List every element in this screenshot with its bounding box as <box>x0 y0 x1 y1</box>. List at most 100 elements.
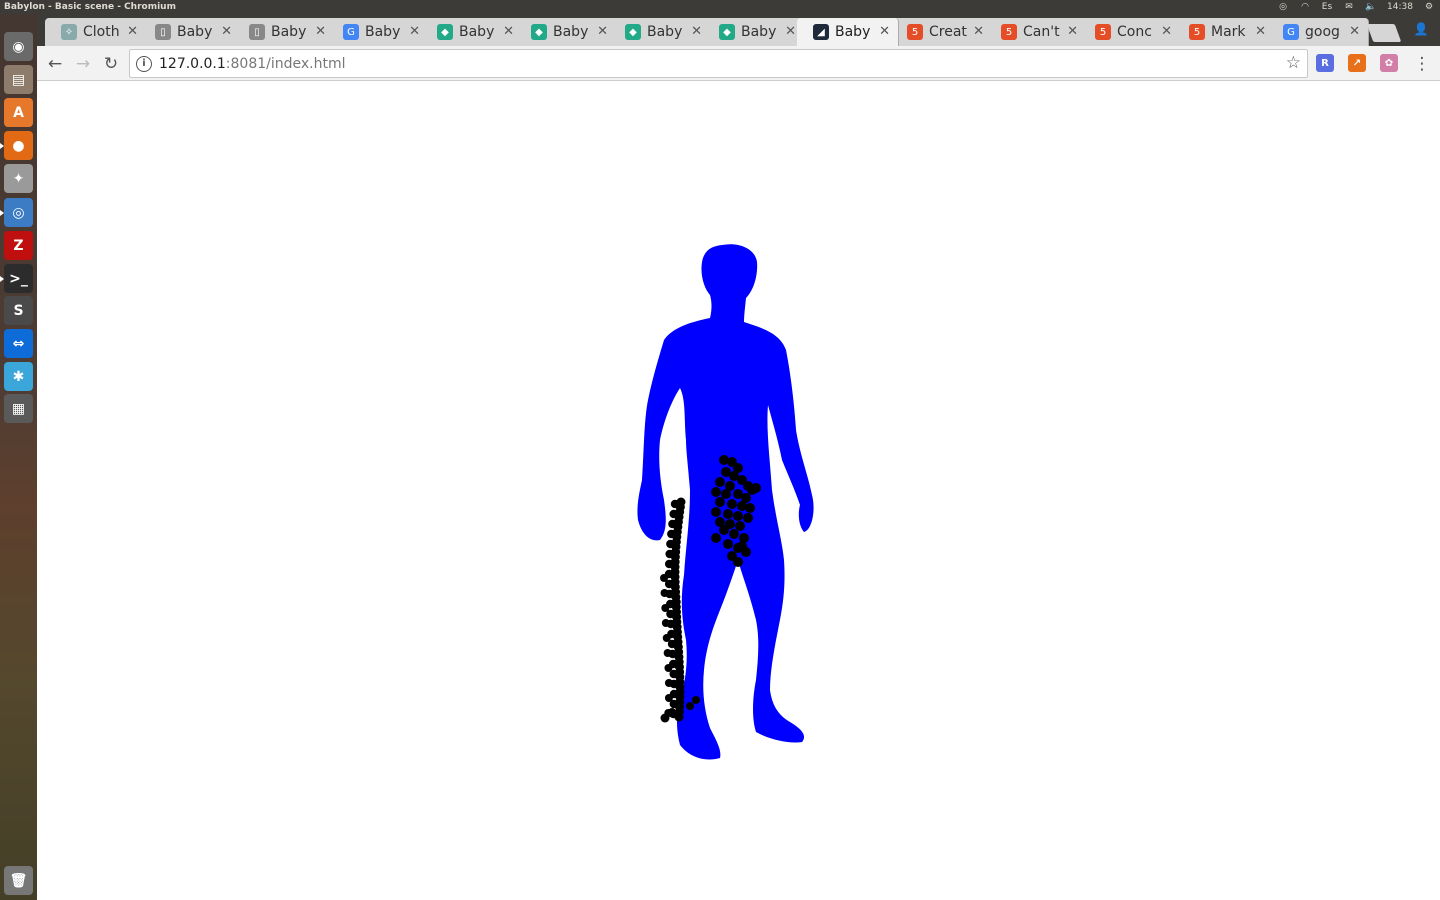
tab-close-icon[interactable]: ✕ <box>1161 24 1172 39</box>
browser-tab[interactable]: ◆ Baby ✕ <box>421 18 523 46</box>
launcher-dash-home[interactable]: ◉ <box>4 32 33 61</box>
browser-tab[interactable]: G Baby ✕ <box>327 18 429 46</box>
shield-r-icon[interactable]: R <box>1316 54 1334 72</box>
tab-close-icon[interactable]: ✕ <box>879 24 890 39</box>
cloth-particle <box>715 497 725 507</box>
browser-tab[interactable]: ▯ Baby ✕ <box>139 18 241 46</box>
browser-tab[interactable]: ◆ Baby ✕ <box>703 18 805 46</box>
launcher-software-center[interactable]: A <box>4 98 33 127</box>
url-text[interactable]: 127.0.0.1:8081/index.html <box>159 56 346 72</box>
tab-label: Creat <box>929 24 967 40</box>
html5-favicon-icon: 5 <box>907 24 923 40</box>
browser-tab[interactable]: 5 Can't ✕ <box>985 18 1087 46</box>
mail-icon[interactable]: ✉ <box>1338 0 1360 14</box>
babylonjs-favicon-icon: ◆ <box>719 24 735 40</box>
cloth-particle <box>719 525 729 535</box>
browser-tab[interactable]: ◆ Baby ✕ <box>609 18 711 46</box>
tab-close-icon[interactable]: ✕ <box>1255 24 1266 39</box>
chromium-tray-icon[interactable]: ◎ <box>1272 0 1294 14</box>
tab-close-icon[interactable]: ✕ <box>1349 24 1360 39</box>
launcher-chromium[interactable]: ◎ <box>0 198 33 227</box>
tab-label: Baby <box>835 24 871 40</box>
cloth-particle <box>723 509 733 519</box>
wifi-icon[interactable]: ◠ <box>1294 0 1316 14</box>
launcher-filezilla[interactable]: Z <box>4 231 33 260</box>
launcher-workspace-switcher[interactable]: ▦ <box>4 394 33 423</box>
cloth-particle <box>733 511 743 521</box>
babylonjs-favicon-icon: ◆ <box>437 24 453 40</box>
unity-launcher: ◉ ▤ A ● ✦ ◎ Z >_ S ⇔ ✱ ▦ 🗑 <box>0 14 37 900</box>
power-icon[interactable]: ⚙ <box>1418 0 1440 14</box>
clock[interactable]: 14:38 <box>1382 0 1418 14</box>
launcher-teamviewer[interactable]: ⇔ <box>4 329 33 358</box>
info-icon[interactable]: i <box>136 56 152 72</box>
flower-icon[interactable]: ✿ <box>1380 54 1398 72</box>
cloth-particle <box>733 557 743 567</box>
back-button[interactable]: ← <box>43 52 67 76</box>
tab-close-icon[interactable]: ✕ <box>1067 24 1078 39</box>
url-path: :8081/index.html <box>225 56 346 72</box>
cloth-particle <box>668 708 676 716</box>
render-canvas[interactable] <box>37 81 1440 900</box>
wrench-icon: ✦ <box>12 170 25 187</box>
cloth-particle <box>692 696 700 704</box>
browser-tab[interactable]: 5 Conc ✕ <box>1079 18 1181 46</box>
running-indicator <box>0 276 4 282</box>
cloth-particle <box>721 489 731 499</box>
launcher-files[interactable]: ▤ <box>4 65 33 94</box>
cloth-particle <box>711 533 721 543</box>
reload-button[interactable]: ↻ <box>99 52 123 76</box>
browser-tab[interactable]: 5 Creat ✕ <box>891 18 993 46</box>
tab-close-icon[interactable]: ✕ <box>221 24 232 39</box>
sparkle-app-icon: ✱ <box>12 368 25 385</box>
launcher-trash[interactable]: 🗑 <box>4 866 33 895</box>
cloth-particle <box>729 529 739 539</box>
cloth-particle <box>660 713 670 723</box>
tab-close-icon[interactable]: ✕ <box>409 24 420 39</box>
tab-close-icon[interactable]: ✕ <box>503 24 514 39</box>
tab-label: Baby <box>271 24 307 40</box>
launcher-firefox[interactable]: ● <box>0 131 33 160</box>
orange-chart-icon[interactable]: ↗ <box>1348 54 1366 72</box>
cloth-particle <box>735 521 745 531</box>
file-cabinet-icon: ▤ <box>11 71 26 88</box>
tab-label: Baby <box>365 24 401 40</box>
launcher-system-settings[interactable]: ✦ <box>4 164 33 193</box>
terminal-icon: >_ <box>9 270 28 287</box>
keyboard-layout-indicator[interactable]: Es <box>1316 0 1338 14</box>
browser-tab[interactable]: Ggoog ✕ <box>1267 18 1369 46</box>
filezilla-icon: Z <box>13 237 24 254</box>
tab-close-icon[interactable]: ✕ <box>785 24 796 39</box>
browser-toolbar: ← → ↻ i 127.0.0.1:8081/index.html ☆ R ↗ ✿ … <box>37 46 1440 81</box>
url-host: 127.0.0.1 <box>159 56 226 72</box>
browser-tab[interactable]: ◆ Baby ✕ <box>515 18 617 46</box>
browser-tab[interactable]: ▯ Baby ✕ <box>233 18 335 46</box>
tab-close-icon[interactable]: ✕ <box>315 24 326 39</box>
system-top-bar: Babylon - Basic scene - Chromium ◎ ◠ Es … <box>0 0 1440 14</box>
profile-icon[interactable]: 👤 <box>1409 18 1433 40</box>
google-favicon-icon: G <box>1283 24 1299 40</box>
browser-tab[interactable]: ✧ Cloth ✕ <box>45 18 147 46</box>
cloth-particle <box>661 619 670 627</box>
launcher-sublime-text[interactable]: S <box>4 296 33 325</box>
cloth-particle <box>737 541 747 551</box>
address-bar[interactable]: i 127.0.0.1:8081/index.html ☆ <box>129 49 1308 78</box>
browser-tab[interactable]: 5 Mark ✕ <box>1173 18 1275 46</box>
tab-close-icon[interactable]: ✕ <box>973 24 984 39</box>
new-tab-button[interactable] <box>1366 24 1402 42</box>
volume-icon[interactable]: 🔈 <box>1360 0 1382 14</box>
browser-tab[interactable]: ◢ Baby ✕ <box>797 18 899 46</box>
tab-close-icon[interactable]: ✕ <box>691 24 702 39</box>
babylon-scene <box>637 244 814 760</box>
tab-label: Cloth <box>83 24 120 40</box>
tab-close-icon[interactable]: ✕ <box>127 24 138 39</box>
tab-label: goog <box>1305 24 1340 40</box>
html5-favicon-icon: 5 <box>1189 24 1205 40</box>
tab-close-icon[interactable]: ✕ <box>597 24 608 39</box>
cloth-particle <box>745 503 755 513</box>
forward-button[interactable]: → <box>71 52 95 76</box>
bookmark-star-icon[interactable]: ☆ <box>1286 53 1301 73</box>
launcher-terminal[interactable]: >_ <box>0 264 33 293</box>
chrome-menu-button[interactable]: ⋮ <box>1410 52 1434 76</box>
launcher-app-blue[interactable]: ✱ <box>4 362 33 391</box>
